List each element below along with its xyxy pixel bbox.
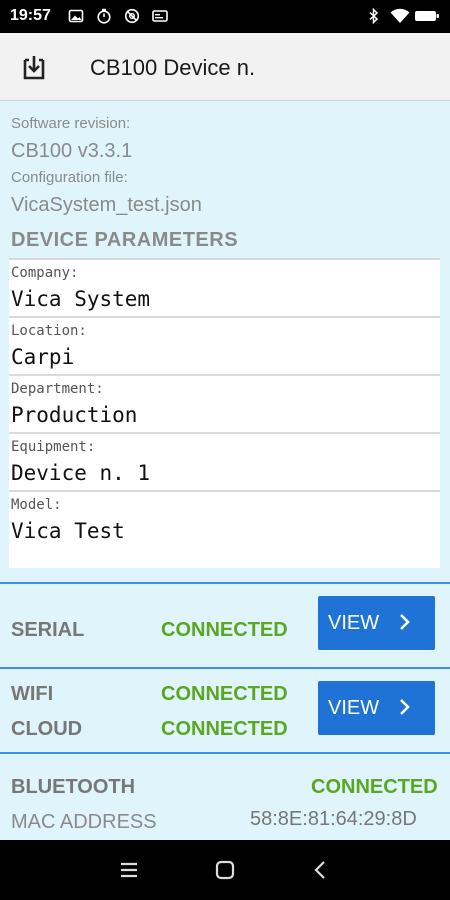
param-label: Department: (11, 381, 104, 397)
wifi-label: WIFI (11, 683, 54, 705)
download-button[interactable] (18, 51, 50, 83)
menu-icon (121, 862, 137, 878)
section-divider (0, 752, 450, 754)
wifi-icon (390, 8, 410, 24)
param-value: Vica System (11, 287, 151, 311)
section-divider (0, 582, 450, 584)
serial-status: CONNECTED (161, 619, 288, 641)
app-bar: CB100 Device n. (0, 33, 450, 101)
bluetooth-icon (368, 8, 380, 24)
param-value: Production (11, 403, 138, 427)
chevron-right-icon (400, 614, 410, 630)
param-row-company: Company: Vica System (9, 258, 440, 316)
section-divider (0, 667, 450, 669)
image-icon (68, 8, 84, 24)
at-sign-icon (124, 8, 140, 24)
view-button-label: VIEW (328, 612, 380, 634)
param-row-equipment: Equipment: Device n. 1 (9, 432, 440, 490)
download-icon (23, 56, 45, 80)
battery-icon (414, 8, 440, 24)
config-file-value: VicaSystem_test.json (11, 194, 202, 216)
wifi-status: CONNECTED (161, 683, 288, 705)
param-label: Model: (11, 497, 62, 513)
param-label: Location: (11, 323, 87, 339)
cloud-status: CONNECTED (161, 718, 288, 740)
config-file-label: Configuration file: (11, 169, 128, 186)
param-row-model: Model: Vica Test (9, 490, 440, 568)
home-icon (215, 860, 235, 880)
param-row-location: Location: Carpi (9, 316, 440, 374)
device-parameters-card: Company: Vica System Location: Carpi Dep… (9, 258, 440, 568)
wifi-view-button[interactable]: VIEW (318, 681, 435, 735)
param-value: Vica Test (11, 519, 125, 543)
param-label: Company: (11, 265, 79, 281)
back-icon (314, 861, 325, 879)
bluetooth-label: BLUETOOTH (11, 776, 136, 798)
main-content: Software revision: CB100 v3.3.1 Configur… (0, 101, 450, 840)
view-button-label: VIEW (328, 697, 380, 719)
home-button[interactable] (213, 858, 237, 882)
chevron-right-icon (400, 699, 410, 715)
param-value: Device n. 1 (11, 461, 151, 485)
card-icon (152, 8, 168, 24)
mac-address-value: 58:8E:81:64:29:8D (250, 808, 417, 830)
software-revision-value: CB100 v3.3.1 (11, 140, 133, 162)
software-revision-label: Software revision: (11, 115, 131, 132)
mac-address-label: MAC ADDRESS (11, 811, 157, 833)
param-row-department: Department: Production (9, 374, 440, 432)
bluetooth-status: CONNECTED (311, 776, 438, 798)
page-title: CB100 Device n. (90, 55, 256, 80)
param-value: Carpi (11, 345, 75, 369)
status-bar: 19:57 (0, 0, 450, 33)
serial-label: SERIAL (11, 619, 85, 641)
timer-icon (96, 8, 112, 24)
device-parameters-title: DEVICE PARAMETERS (11, 229, 239, 251)
status-time: 19:57 (10, 7, 51, 24)
param-label: Equipment: (11, 439, 96, 455)
serial-view-button[interactable]: VIEW (318, 596, 435, 650)
back-button[interactable] (309, 858, 333, 882)
navigation-bar (0, 840, 450, 900)
cloud-label: CLOUD (11, 718, 83, 740)
recent-apps-button[interactable] (117, 858, 141, 882)
